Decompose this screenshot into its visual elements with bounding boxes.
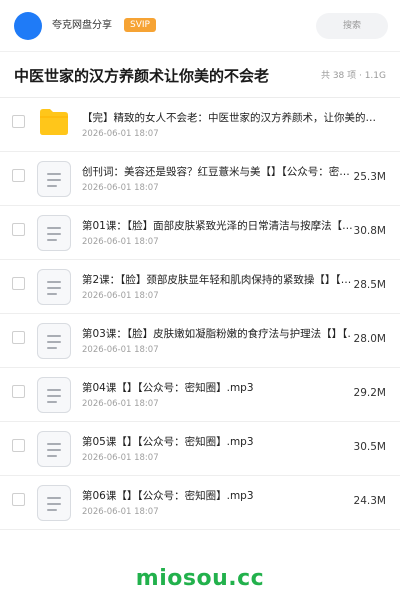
file-date: 2026-06-01 18:07 (82, 183, 159, 193)
file-size: 30.8M (351, 224, 386, 238)
document-icon (37, 323, 71, 359)
file-date: 2026-06-01 18:07 (82, 291, 159, 301)
row-checkbox[interactable] (12, 331, 25, 344)
row-checkbox[interactable] (12, 115, 25, 128)
document-icon (37, 431, 71, 467)
file-name: 第05课【】【公众号：密知圈】.mp3 (82, 436, 254, 448)
file-row[interactable]: 第2课：【脸】颈部皮肤显年轻和肌肉保持的紧致操【】【公众号：密知圈】.mp3 2… (0, 260, 400, 314)
file-name: 创刊词：美容还是毁容？红豆薏米与美【】【公众号：密知圈】.mp3 (82, 166, 360, 178)
share-meta: 共 38 项 · 1.1G (320, 71, 386, 81)
file-size: 28.0M (351, 332, 386, 346)
avatar[interactable] (14, 12, 42, 40)
document-icon (37, 161, 71, 197)
file-size: 25.3M (351, 170, 386, 184)
title-row: 中医世家的汉方养颜术让你美的不会老 共 38 项 · 1.1G (0, 52, 400, 98)
row-checkbox[interactable] (12, 493, 25, 506)
row-checkbox[interactable] (12, 169, 25, 182)
file-date: 2026-06-01 18:07 (82, 399, 159, 409)
file-name: 第2课：【脸】颈部皮肤显年轻和肌肉保持的紧致操【】【公众号：密知圈】.mp3 (82, 274, 360, 286)
row-checkbox[interactable] (12, 277, 25, 290)
folder-row[interactable]: 【完】精致的女人不会老：中医世家的汉方养颜术，让你美的不会老 2026-06-0… (0, 98, 400, 152)
file-date: 2026-06-01 18:07 (82, 453, 159, 463)
document-icon (37, 215, 71, 251)
document-icon (37, 485, 71, 521)
file-row[interactable]: 第01课：【脸】面部皮肤紧致光泽的日常清洁与按摩法【】【公众号：密知圈】.mp3… (0, 206, 400, 260)
document-icon (37, 269, 71, 305)
file-name: 第06课【】【公众号：密知圈】.mp3 (82, 490, 254, 502)
file-size: 30.5M (351, 440, 386, 454)
file-name: 【完】精致的女人不会老：中医世家的汉方养颜术，让你美的不会老 (82, 112, 382, 124)
file-row[interactable]: 创刊词：美容还是毁容？红豆薏米与美【】【公众号：密知圈】.mp3 2026-06… (0, 152, 400, 206)
document-icon (37, 377, 71, 413)
folder-icon (37, 107, 71, 143)
file-date: 2026-06-01 18:07 (82, 507, 159, 517)
app-name: 夸克网盘分享 (52, 20, 112, 31)
file-list: 【完】精致的女人不会老：中医世家的汉方养颜术，让你美的不会老 2026-06-0… (0, 98, 400, 530)
row-checkbox[interactable] (12, 439, 25, 452)
file-row[interactable]: 第06课【】【公众号：密知圈】.mp3 2026-06-01 18:07 24.… (0, 476, 400, 530)
file-name: 第01课：【脸】面部皮肤紧致光泽的日常清洁与按摩法【】【公众号：密知圈】.mp3 (82, 220, 360, 232)
file-date: 2026-06-01 18:07 (82, 237, 159, 247)
row-checkbox[interactable] (12, 385, 25, 398)
svip-badge: SVIP (124, 18, 156, 32)
file-date: 2026-06-01 18:07 (82, 345, 159, 355)
search-button[interactable]: 搜索 (316, 13, 388, 39)
page-title: 中医世家的汉方养颜术让你美的不会老 (14, 67, 270, 85)
file-size: 24.3M (351, 494, 386, 508)
row-checkbox[interactable] (12, 223, 25, 236)
footer: miosou.cc (0, 558, 400, 600)
watermark-text: miosou.cc (135, 566, 265, 591)
file-row[interactable]: 第04课【】【公众号：密知圈】.mp3 2026-06-01 18:07 29.… (0, 368, 400, 422)
file-size: 28.5M (351, 278, 386, 292)
app-header: 夸克网盘分享 SVIP 搜索 (0, 0, 400, 52)
file-row[interactable]: 第05课【】【公众号：密知圈】.mp3 2026-06-01 18:07 30.… (0, 422, 400, 476)
file-row[interactable]: 第03课：【脸】皮肤嫩如凝脂粉嫩的食疗法与护理法【】【公众号：密知圈】.mp3 … (0, 314, 400, 368)
file-date: 2026-06-01 18:07 (82, 129, 159, 139)
file-name: 第03课：【脸】皮肤嫩如凝脂粉嫩的食疗法与护理法【】【公众号：密知圈】.mp3 (82, 328, 360, 340)
file-name: 第04课【】【公众号：密知圈】.mp3 (82, 382, 254, 394)
file-size: 29.2M (351, 386, 386, 400)
